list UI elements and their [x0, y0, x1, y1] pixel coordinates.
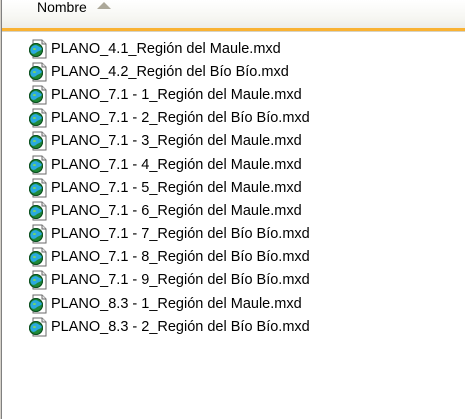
arcmap-document-icon	[28, 108, 50, 128]
file-name: PLANO_8.3 - 2_Región del Bío Bío.mxd	[51, 318, 310, 335]
file-row[interactable]: PLANO_7.1 - 4_Región del Maule.mxd	[28, 153, 463, 176]
file-name: PLANO_4.2_Región del Bío Bío.mxd	[51, 63, 289, 80]
file-row[interactable]: PLANO_4.1_Región del Maule.mxd	[28, 37, 463, 60]
file-row[interactable]: PLANO_7.1 - 7_Región del Bío Bío.mxd	[28, 223, 463, 246]
arcmap-document-icon	[28, 131, 50, 151]
arcmap-document-icon	[28, 317, 50, 337]
column-header-bar: Nombre	[2, 0, 465, 32]
file-row[interactable]: PLANO_8.3 - 1_Región del Maule.mxd	[28, 292, 463, 315]
file-name: PLANO_7.1 - 3_Región del Maule.mxd	[51, 133, 302, 150]
arcmap-document-icon	[28, 201, 50, 221]
file-name: PLANO_7.1 - 7_Región del Bío Bío.mxd	[51, 226, 310, 243]
file-name: PLANO_8.3 - 1_Región del Maule.mxd	[51, 295, 302, 312]
file-row[interactable]: PLANO_7.1 - 6_Región del Maule.mxd	[28, 199, 463, 222]
file-name: PLANO_7.1 - 5_Región del Maule.mxd	[51, 179, 302, 196]
file-row[interactable]: PLANO_7.1 - 5_Región del Maule.mxd	[28, 176, 463, 199]
file-name: PLANO_4.1_Región del Maule.mxd	[51, 40, 281, 57]
file-list: PLANO_4.1_Región del Maule.mxd PLANO_4.2…	[28, 37, 463, 338]
file-row[interactable]: PLANO_7.1 - 2_Región del Bío Bío.mxd	[28, 107, 463, 130]
arcmap-document-icon	[28, 270, 50, 290]
column-header-nombre[interactable]: Nombre	[2, 0, 465, 28]
pane-border	[0, 0, 2, 419]
file-name: PLANO_7.1 - 8_Región del Bío Bío.mxd	[51, 249, 310, 266]
file-name: PLANO_7.1 - 1_Región del Maule.mxd	[51, 86, 302, 103]
column-header-label: Nombre	[37, 0, 87, 15]
file-name: PLANO_7.1 - 9_Región del Bío Bío.mxd	[51, 272, 310, 289]
file-name: PLANO_7.1 - 2_Región del Bío Bío.mxd	[51, 110, 310, 127]
file-row[interactable]: PLANO_8.3 - 2_Región del Bío Bío.mxd	[28, 315, 463, 338]
arcmap-document-icon	[28, 155, 50, 175]
arcmap-document-icon	[28, 39, 50, 59]
arcmap-document-icon	[28, 62, 50, 82]
file-name: PLANO_7.1 - 4_Región del Maule.mxd	[51, 156, 302, 173]
file-row[interactable]: PLANO_7.1 - 1_Región del Maule.mxd	[28, 83, 463, 106]
arcmap-document-icon	[28, 85, 50, 105]
file-row[interactable]: PLANO_7.1 - 9_Región del Bío Bío.mxd	[28, 269, 463, 292]
arcmap-document-icon	[28, 247, 50, 267]
file-row[interactable]: PLANO_4.2_Región del Bío Bío.mxd	[28, 60, 463, 83]
arcmap-document-icon	[28, 294, 50, 314]
column-header-hover-highlight	[2, 28, 465, 31]
file-list-pane: Nombre PLANO_4.1_Región del Maule.mxd PL…	[0, 0, 465, 419]
arcmap-document-icon	[28, 224, 50, 244]
file-row[interactable]: PLANO_7.1 - 3_Región del Maule.mxd	[28, 130, 463, 153]
arcmap-document-icon	[28, 178, 50, 198]
file-row[interactable]: PLANO_7.1 - 8_Región del Bío Bío.mxd	[28, 246, 463, 269]
file-name: PLANO_7.1 - 6_Región del Maule.mxd	[51, 202, 302, 219]
sort-ascending-icon	[96, 2, 111, 9]
